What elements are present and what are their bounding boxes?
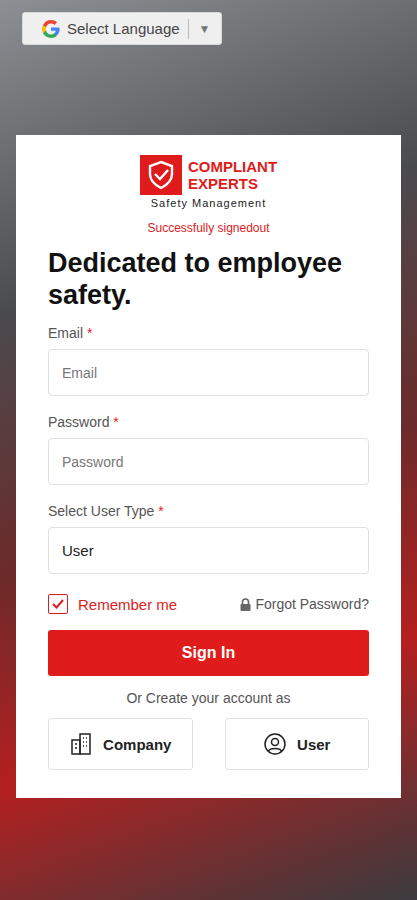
logo-line: COMPLIANT [188, 158, 277, 175]
form-field: Password * [48, 414, 369, 485]
login-card: COMPLIANTEXPERTS Safety Management Success… [16, 135, 401, 798]
company-signup-button[interactable]: Company [48, 718, 193, 770]
check-icon [51, 597, 65, 611]
create-account-options: Company User [48, 718, 369, 770]
form-field: Select User Type * User [48, 503, 369, 574]
logo-line: EXPERTS [188, 175, 277, 192]
logo-tagline: Safety Management [151, 197, 266, 209]
checkbox[interactable] [48, 594, 68, 614]
heading: Dedicated to employee safety. [48, 247, 369, 311]
user-type-select[interactable]: User [48, 527, 369, 574]
options-row: Remember me Forgot Password? [48, 594, 369, 614]
remember-label: Remember me [78, 596, 177, 613]
building-icon [69, 732, 93, 756]
required-mark: * [113, 414, 118, 430]
status-message: Successfully signedout [48, 221, 369, 235]
required-mark: * [158, 503, 163, 519]
field-label: Select User Type * [48, 503, 369, 519]
logo: COMPLIANTEXPERTS Safety Management [48, 155, 369, 209]
create-account-prompt: Or Create your account as [48, 690, 369, 706]
user-signup-button[interactable]: User [225, 718, 370, 770]
field-label: Email * [48, 325, 369, 341]
language-label: Select Language [67, 20, 180, 37]
google-icon [41, 19, 61, 39]
shield-icon [140, 155, 182, 195]
email-input[interactable] [48, 349, 369, 396]
form-field: Email * [48, 325, 369, 396]
field-label: Password * [48, 414, 369, 430]
user-circle-icon [263, 732, 287, 756]
sign-in-button[interactable]: Sign In [48, 630, 369, 676]
lock-icon [240, 598, 251, 611]
dropdown-arrow-icon: ▼ [199, 22, 211, 36]
required-mark: * [87, 325, 92, 341]
language-selector[interactable]: Select Language ▼ [22, 12, 222, 45]
background-photo: Select Language ▼ COMPLIANTEXPERTS Safety M… [0, 0, 417, 900]
forgot-password-link[interactable]: Forgot Password? [240, 596, 369, 612]
separator [188, 19, 189, 39]
remember-me[interactable]: Remember me [48, 594, 177, 614]
password-input[interactable] [48, 438, 369, 485]
